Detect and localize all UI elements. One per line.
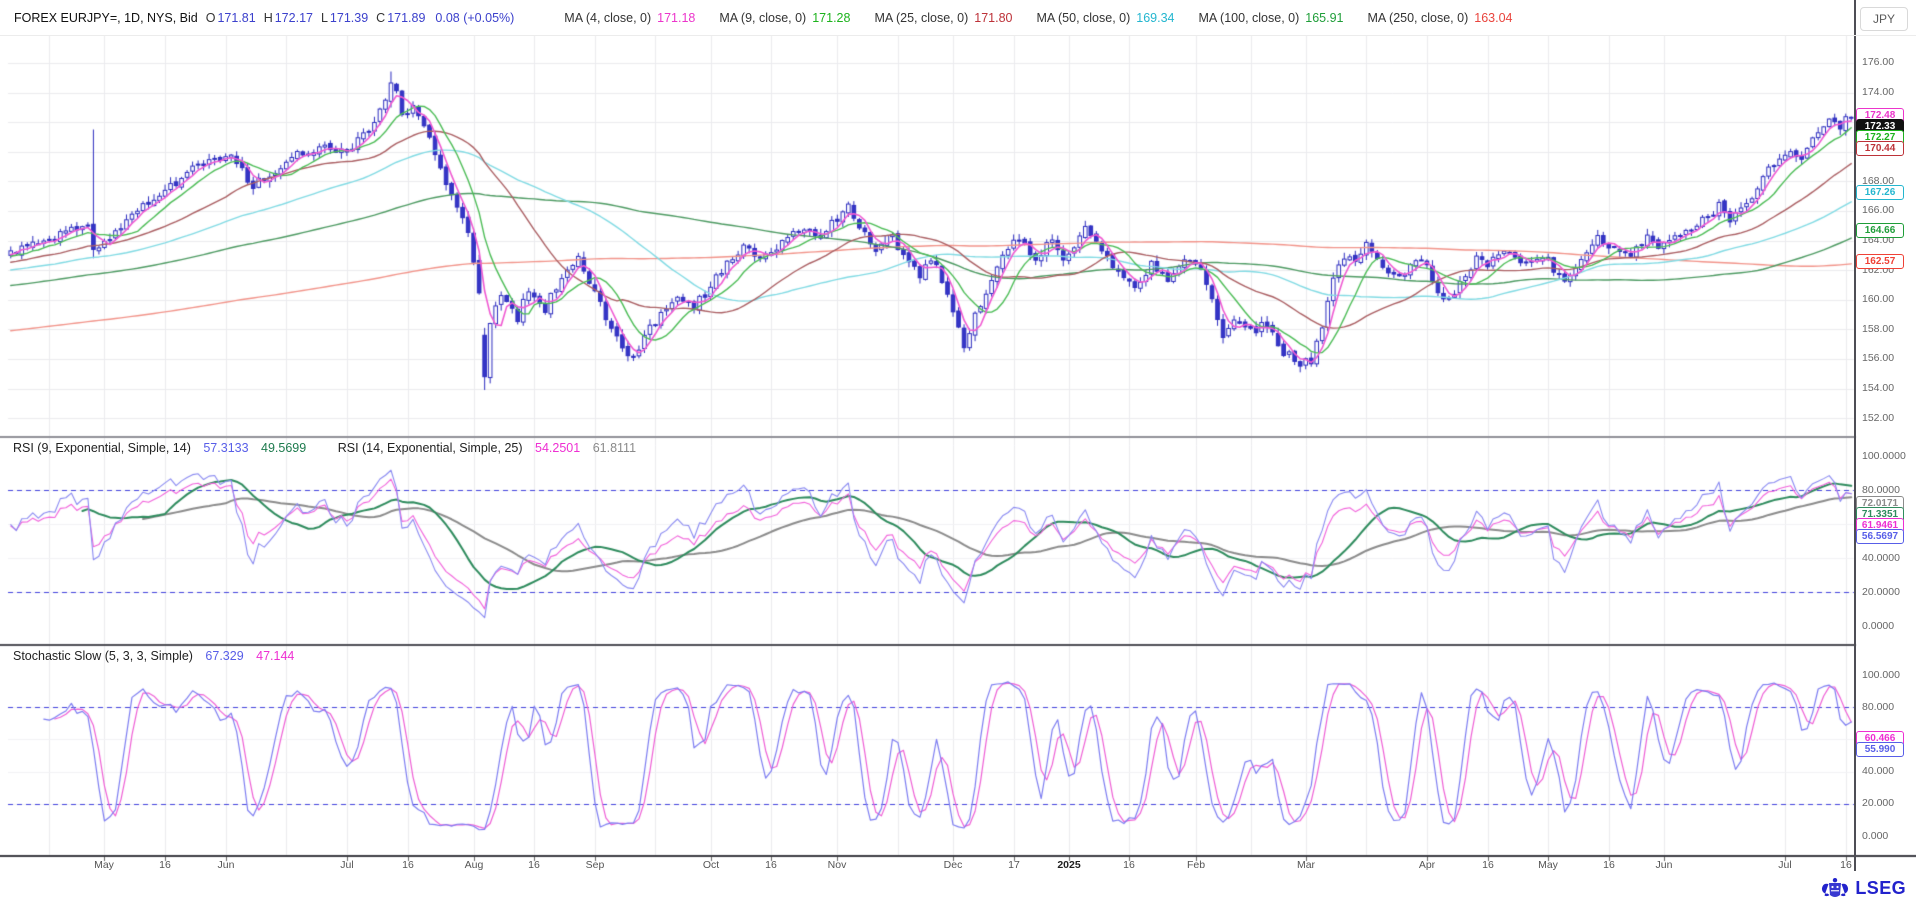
x-axis-label: 16 <box>142 859 188 871</box>
chart-app: FOREX EURJPY=, 1D, NYS, Bid O171.81 H172.… <box>0 0 1916 905</box>
x-axis-label: 16 <box>1106 859 1152 871</box>
price-badge: 56.5697 <box>1856 529 1904 544</box>
ma-legend: MA (4, close, 0) 171.18 MA (9, close, 0) 17… <box>540 11 1512 25</box>
change-readout: 0.08 (+0.05%) <box>435 11 514 25</box>
stoch-value-1: 67.329 <box>205 649 243 663</box>
stoch-value-2: 47.144 <box>256 649 294 663</box>
x-axis-label: Aug <box>451 859 497 871</box>
y-axis-label: 174.00 <box>1862 86 1894 98</box>
y-axis-label: 176.00 <box>1862 56 1894 68</box>
y-axis-label: 100.000 <box>1862 669 1900 681</box>
x-axis-label: Jun <box>1641 859 1687 871</box>
ma-legend-value: 169.34 <box>1136 11 1174 25</box>
x-axis-label: 17 <box>991 859 1037 871</box>
ma-legend-label: MA (4, close, 0) <box>564 11 651 25</box>
ma-legend-value: 171.80 <box>974 11 1012 25</box>
ohlc-value: 172.17 <box>275 11 313 25</box>
x-axis-label: Oct <box>688 859 734 871</box>
y-axis-label: 166.00 <box>1862 204 1894 216</box>
y-axis-label: 0.0000 <box>1862 620 1894 632</box>
y-axis-label: 152.00 <box>1862 412 1894 424</box>
y-axis-label: 40.000 <box>1862 765 1894 777</box>
x-axis-label: 16 <box>385 859 431 871</box>
ohlc-value: 171.39 <box>330 11 368 25</box>
stoch-title: Stochastic Slow (5, 3, 3, Simple) <box>13 649 193 663</box>
x-axis-label: 16 <box>1465 859 1511 871</box>
x-axis-label: 2025 <box>1046 859 1092 871</box>
y-axis-label: 20.000 <box>1862 797 1894 809</box>
rsi-value-4: 61.8111 <box>593 441 636 455</box>
y-axis-label: 156.00 <box>1862 352 1894 364</box>
y-axis-label: 100.0000 <box>1862 450 1906 462</box>
ohlc-value: 171.89 <box>387 11 425 25</box>
rsi-title-2: RSI (14, Exponential, Simple, 25) <box>338 441 523 455</box>
rsi-title: RSI (9, Exponential, Simple, 14) <box>13 441 191 455</box>
rsi-value-1: 57.3133 <box>203 441 248 455</box>
x-axis-label: Jun <box>203 859 249 871</box>
ma-legend-label: MA (25, close, 0) <box>874 11 968 25</box>
x-axis-label: 16 <box>511 859 557 871</box>
x-axis-label: Sep <box>572 859 618 871</box>
y-axis-label: 20.0000 <box>1862 586 1900 598</box>
rsi-value-2: 49.5699 <box>261 441 306 455</box>
ma-legend-value: 163.04 <box>1474 11 1512 25</box>
price-badge: 162.57 <box>1856 254 1904 269</box>
ohlc-label: L <box>321 11 328 25</box>
y-axis-label: 158.00 <box>1862 323 1894 335</box>
price-badge: 170.44 <box>1856 141 1904 156</box>
ma-legend-label: MA (100, close, 0) <box>1199 11 1300 25</box>
x-axis-label: Apr <box>1404 859 1450 871</box>
y-axis-label: 160.00 <box>1862 293 1894 305</box>
price-badge: 55.990 <box>1856 742 1904 757</box>
lseg-wordmark: LSEG <box>1855 878 1906 899</box>
ma-legend-label: MA (50, close, 0) <box>1036 11 1130 25</box>
ohlc-label: H <box>264 11 273 25</box>
x-axis-label: Mar <box>1283 859 1329 871</box>
x-axis-label: Feb <box>1173 859 1219 871</box>
ohlc-value: 171.81 <box>217 11 255 25</box>
lseg-crest-icon <box>1820 877 1850 901</box>
y-axis-label: 80.000 <box>1862 701 1894 713</box>
x-axis-label: Dec <box>930 859 976 871</box>
footer: LSEG <box>0 872 1916 905</box>
x-axis-label: Nov <box>814 859 860 871</box>
chart-header: FOREX EURJPY=, 1D, NYS, Bid O171.81 H172.… <box>0 0 1916 36</box>
x-axis-label: 16 <box>1823 859 1869 871</box>
lseg-logo: LSEG <box>1820 877 1906 901</box>
y-axis-label: 80.0000 <box>1862 484 1900 496</box>
stoch-panel-header: Stochastic Slow (5, 3, 3, Simple) 67.329… <box>13 649 294 663</box>
y-axis-label: 40.0000 <box>1862 552 1900 564</box>
rsi-panel-header: RSI (9, Exponential, Simple, 14) 57.3133… <box>13 441 636 455</box>
rsi-value-3: 54.2501 <box>535 441 580 455</box>
x-axis-label: 16 <box>748 859 794 871</box>
x-axis-label: May <box>1525 859 1571 871</box>
ma-legend-value: 171.28 <box>812 11 850 25</box>
y-axis-label: 154.00 <box>1862 382 1894 394</box>
ma-legend-value: 171.18 <box>657 11 695 25</box>
instrument-title: FOREX EURJPY=, 1D, NYS, Bid <box>14 11 198 25</box>
x-axis-label: Jul <box>1762 859 1808 871</box>
x-axis-label: May <box>81 859 127 871</box>
y-axis-label: 0.000 <box>1862 830 1888 842</box>
ma-legend-value: 165.91 <box>1305 11 1343 25</box>
ohlc-readout: O171.81 H172.17 L171.39 C171.89 <box>198 11 426 25</box>
chart-area: RSI (9, Exponential, Simple, 14) 57.3133… <box>0 36 1916 872</box>
currency-button[interactable]: JPY <box>1860 7 1908 31</box>
ma-legend-label: MA (9, close, 0) <box>719 11 806 25</box>
x-axis-label: Jul <box>324 859 370 871</box>
ma-legend-label: MA (250, close, 0) <box>1368 11 1469 25</box>
ohlc-label: O <box>206 11 216 25</box>
price-badge: 167.26 <box>1856 185 1904 200</box>
x-axis-label: 16 <box>1586 859 1632 871</box>
price-badge: 164.66 <box>1856 223 1904 238</box>
ohlc-label: C <box>376 11 385 25</box>
